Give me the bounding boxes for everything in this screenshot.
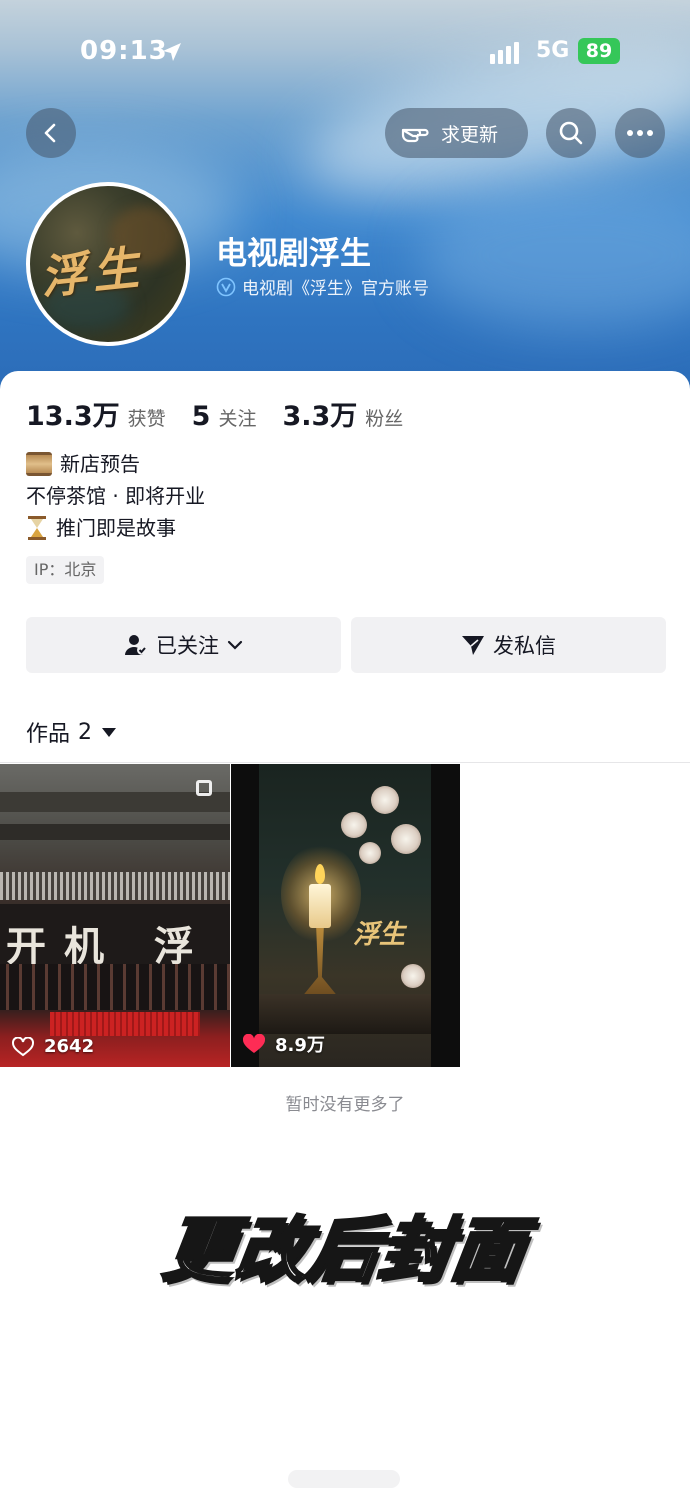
- message-button[interactable]: 发私信: [351, 617, 666, 673]
- tab-works[interactable]: 作品 2: [26, 716, 117, 748]
- verified-icon: [216, 277, 236, 296]
- likes-count[interactable]: 13.3万: [26, 394, 120, 433]
- following-button-label: 已关注: [156, 634, 219, 658]
- ip-location-tag: IP：北京: [26, 556, 105, 584]
- verification-badge: 电视剧《浮生》官方账号: [216, 274, 429, 299]
- network-type: 5G: [536, 38, 570, 63]
- following-button[interactable]: 已关注: [26, 617, 341, 673]
- multi-image-icon: [196, 780, 212, 796]
- search-icon: [559, 121, 583, 145]
- like-count: 8.9万: [275, 1035, 325, 1056]
- more-dots-icon: [627, 130, 653, 136]
- status-time: 09:13: [80, 36, 168, 66]
- heart-outline-icon: [12, 1036, 34, 1056]
- divider: [0, 762, 690, 763]
- chevron-left-icon: [44, 123, 56, 143]
- following-count[interactable]: 5: [192, 401, 211, 432]
- chevron-down-icon: [227, 640, 243, 650]
- profile-name: 电视剧浮生: [216, 236, 371, 272]
- like-count-badge: 8.9万: [243, 1031, 325, 1057]
- stats-row: 13.3万 获赞 5 关注 3.3万 粉丝: [26, 394, 429, 433]
- signal-icon: [490, 42, 519, 64]
- back-button[interactable]: [26, 108, 76, 158]
- hourglass-emoji-icon: [28, 516, 46, 540]
- heart-filled-icon: [243, 1034, 265, 1053]
- location-arrow-icon: [163, 43, 181, 61]
- bio: 新店预告 不停茶馆 · 即将开业 推门即是故事: [26, 448, 205, 544]
- works-tab-label: 作品: [26, 722, 71, 747]
- end-of-list-note: 暂时没有更多了: [285, 1095, 405, 1115]
- battery-level: 89: [578, 38, 620, 64]
- request-update-button[interactable]: 求更新: [385, 108, 528, 158]
- bio-line: 新店预告: [60, 452, 140, 476]
- bio-line: 推门即是故事: [56, 516, 176, 540]
- overlay-caption-text: 更改后封面: [157, 1208, 532, 1293]
- avatar-logo-text: 浮生: [37, 240, 147, 305]
- likes-label: 获赞: [127, 408, 166, 430]
- status-bar: 09:13 5G 89: [0, 0, 690, 100]
- verification-text: 电视剧《浮生》官方账号: [242, 279, 429, 299]
- request-update-label: 求更新: [441, 123, 499, 146]
- caret-down-icon: [102, 727, 117, 737]
- pointing-hand-icon: [401, 128, 429, 143]
- video-thumbnail[interactable]: 浮生 8.9万: [231, 764, 460, 1067]
- thumbnail-title-text: 浮生: [353, 920, 406, 950]
- user-check-icon: [125, 635, 147, 655]
- watermark: [288, 1470, 400, 1488]
- video-thumbnail[interactable]: 开机 浮 大 2642: [0, 764, 230, 1067]
- followers-label[interactable]: 粉丝: [365, 404, 403, 431]
- send-icon: [462, 636, 484, 655]
- followers-count[interactable]: 3.3万: [282, 394, 357, 433]
- more-button[interactable]: [615, 108, 665, 158]
- works-count: 2: [78, 719, 93, 745]
- search-button[interactable]: [546, 108, 596, 158]
- scroll-emoji-icon: [26, 452, 52, 476]
- bio-line: 不停茶馆 · 即将开业: [26, 484, 206, 508]
- overlay-caption: 更改后封面: [0, 1190, 690, 1299]
- like-count: 2642: [44, 1036, 95, 1057]
- like-count-badge: 2642: [12, 1036, 94, 1057]
- message-button-label: 发私信: [493, 634, 556, 658]
- avatar[interactable]: 浮生: [26, 182, 190, 346]
- following-label[interactable]: 关注: [218, 404, 256, 431]
